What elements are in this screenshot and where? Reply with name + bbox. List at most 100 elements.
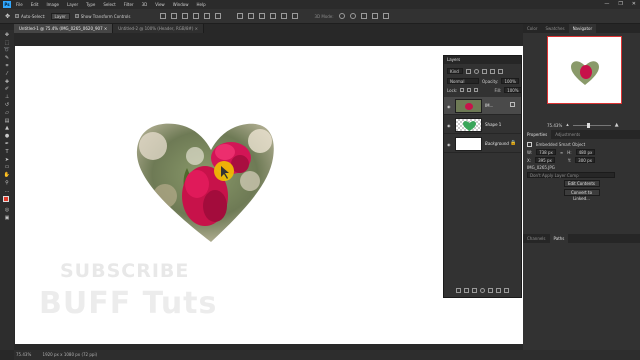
eraser-tool-icon[interactable]: ▱: [3, 110, 11, 116]
layer-name[interactable]: Shape 1: [485, 122, 501, 127]
pixel-filter-icon[interactable]: [466, 68, 471, 74]
tab-swatches[interactable]: Swatches: [541, 24, 568, 33]
distribute-center-icon[interactable]: [281, 13, 288, 19]
distribute-left-icon[interactable]: [270, 13, 277, 19]
visibility-eye-icon[interactable]: ◉: [447, 104, 451, 109]
distribute-bottom-icon[interactable]: [259, 13, 266, 19]
crop-tool-icon[interactable]: ⌗: [3, 63, 11, 69]
lasso-tool-icon[interactable]: ➰: [3, 47, 11, 53]
delete-layer-icon[interactable]: [504, 288, 509, 293]
menu-layer[interactable]: Layer: [67, 2, 78, 7]
tab-document-2[interactable]: Untitled-2 @ 100% (Header, RGB/8#) ×: [113, 24, 205, 33]
history-brush-icon[interactable]: ↺: [3, 102, 11, 108]
menu-edit[interactable]: Edit: [31, 2, 39, 7]
navigator-preview[interactable]: [547, 36, 622, 104]
layer-row-smart-object[interactable]: ◉ IM...: [444, 97, 521, 115]
zoom-in-icon[interactable]: ▲: [615, 122, 619, 128]
dodge-tool-icon[interactable]: ●: [3, 133, 11, 139]
layer-row-shape[interactable]: ◉ Shape 1: [444, 116, 521, 134]
menu-select[interactable]: Select: [103, 2, 115, 7]
eyedropper-tool-icon[interactable]: ⁄: [3, 71, 11, 77]
convert-to-linked-button[interactable]: Convert to Linked...: [563, 189, 600, 201]
opacity-field[interactable]: 100%: [501, 78, 519, 84]
transform-controls-option[interactable]: Show Transform Controls: [74, 14, 130, 19]
drag-3d-icon[interactable]: [360, 13, 367, 19]
type-tool-icon[interactable]: T: [3, 149, 11, 155]
move-tool-icon[interactable]: ✥: [5, 13, 10, 20]
menu-view[interactable]: View: [155, 2, 165, 7]
hand-tool-icon[interactable]: ✋: [3, 172, 11, 178]
menu-window[interactable]: Window: [173, 2, 189, 7]
marquee-tool-icon[interactable]: ⬚: [3, 40, 11, 46]
type-filter-icon[interactable]: [482, 68, 487, 74]
auto-select-dropdown[interactable]: Layer: [50, 12, 70, 20]
shape-tool-icon[interactable]: ▭: [3, 164, 11, 170]
align-middle-icon[interactable]: [171, 13, 178, 19]
smart-object-filter-icon[interactable]: [498, 68, 503, 74]
lock-pixels-icon[interactable]: [460, 88, 465, 92]
status-zoom[interactable]: 75.43%: [16, 352, 31, 357]
more-tools-icon[interactable]: …: [3, 188, 11, 194]
distribute-right-icon[interactable]: [292, 13, 299, 19]
distribute-middle-icon[interactable]: [248, 13, 255, 19]
roll-3d-icon[interactable]: [349, 13, 356, 19]
brush-tool-icon[interactable]: ✐: [3, 86, 11, 92]
auto-select-option[interactable]: Auto-Select:: [15, 14, 46, 19]
menu-type[interactable]: Type: [86, 2, 95, 7]
add-mask-icon[interactable]: [472, 288, 477, 293]
link-layers-icon[interactable]: [456, 288, 461, 293]
healing-tool-icon[interactable]: ✚: [3, 79, 11, 85]
align-center-icon[interactable]: [204, 13, 211, 19]
close-button[interactable]: ✕: [632, 1, 636, 7]
navigator-zoom-value[interactable]: 75.43%: [547, 123, 562, 128]
slide-3d-icon[interactable]: [371, 13, 378, 19]
tab-document-1[interactable]: Untitled-1 @ 75.4% (IMG_0265_0620_907 ×: [14, 24, 114, 33]
align-bottom-icon[interactable]: [182, 13, 189, 19]
tab-adjustments[interactable]: Adjustments: [551, 130, 584, 139]
lock-all-icon[interactable]: [474, 88, 479, 92]
layer-comp-dropdown[interactable]: Don't Apply Layer Comp: [527, 172, 615, 178]
layer-name[interactable]: Background: [485, 141, 509, 146]
screen-mode-icon[interactable]: ▣: [3, 215, 11, 221]
layer-name[interactable]: IM...: [485, 103, 493, 108]
tab-channels[interactable]: Channels: [523, 234, 550, 243]
width-field[interactable]: 738 px: [536, 149, 556, 155]
menu-help[interactable]: Help: [196, 2, 205, 7]
transform-controls-checkbox[interactable]: [74, 14, 79, 18]
move-tool-icon[interactable]: ✥: [3, 32, 11, 38]
height-field[interactable]: 480 px: [575, 149, 596, 155]
layer-kind-filter[interactable]: Kind: [447, 68, 463, 74]
tab-color[interactable]: Color: [523, 24, 541, 33]
visibility-eye-icon[interactable]: ◉: [447, 123, 451, 128]
blend-mode-dropdown[interactable]: Normal: [447, 78, 479, 84]
distribute-top-icon[interactable]: [237, 13, 244, 19]
adjustment-layer-icon[interactable]: [480, 288, 485, 293]
orbit-3d-icon[interactable]: [338, 13, 345, 19]
scale-3d-icon[interactable]: [382, 13, 389, 19]
restore-button[interactable]: ❐: [618, 1, 622, 7]
tab-navigator[interactable]: Navigator: [568, 24, 597, 33]
quick-mask-icon[interactable]: ◎: [3, 207, 11, 213]
x-field[interactable]: 395 px: [535, 157, 555, 163]
fill-field[interactable]: 100%: [504, 87, 522, 93]
pen-tool-icon[interactable]: ✒: [3, 141, 11, 147]
stamp-tool-icon[interactable]: ⊥: [3, 94, 11, 100]
link-dimensions-icon[interactable]: ∞: [560, 150, 563, 155]
lock-position-icon[interactable]: [467, 88, 472, 92]
zoom-tool-icon[interactable]: ⚲: [3, 180, 11, 186]
menu-filter[interactable]: Filter: [124, 2, 134, 7]
menu-file[interactable]: File: [16, 2, 23, 7]
new-layer-icon[interactable]: [496, 288, 501, 293]
align-right-icon[interactable]: [215, 13, 222, 19]
menu-3d[interactable]: 3D: [142, 2, 148, 7]
gradient-tool-icon[interactable]: ▤: [3, 118, 11, 124]
adjustment-filter-icon[interactable]: [474, 68, 479, 74]
foreground-color-swatch[interactable]: [3, 195, 9, 202]
auto-select-checkbox[interactable]: [15, 14, 20, 18]
minimize-button[interactable]: —: [604, 1, 609, 7]
new-group-icon[interactable]: [488, 288, 493, 293]
blur-tool-icon[interactable]: ▲: [3, 125, 11, 131]
zoom-slider-thumb[interactable]: [586, 122, 590, 128]
tab-properties[interactable]: Properties: [523, 130, 552, 139]
tab-paths[interactable]: Paths: [549, 234, 569, 243]
